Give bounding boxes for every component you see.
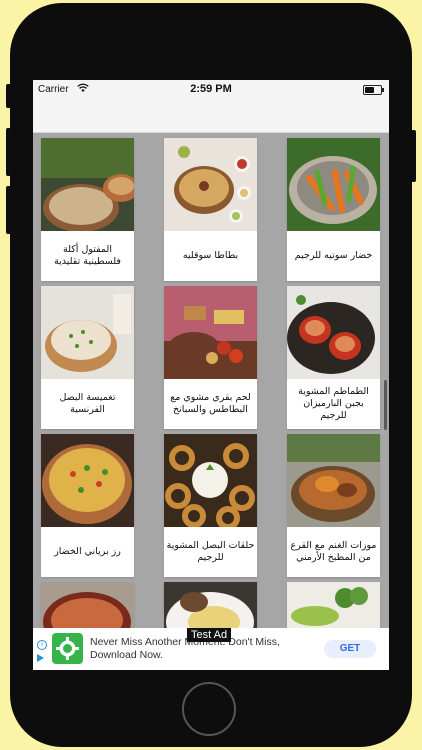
recipe-title[interactable]: بطاطا سوقليه [166,234,255,278]
ad-get-button[interactable]: GET [324,640,376,658]
recipe-grid[interactable]: خضار سوتيه للرجيم بطاطا سوقليه المفتول أكل… [33,133,389,628]
recipe-card[interactable]: بطاطا سوقليه [164,138,257,281]
banner-ad[interactable]: i Never Miss Another Moment. Don't Miss,… [33,628,389,670]
recipe-card[interactable] [164,582,257,628]
recipe-photo[interactable] [41,138,134,231]
recipe-title[interactable]: رز برياني الخضار [43,530,132,574]
recipe-card[interactable]: حلقات البصل المشوية للرجيم [164,434,257,577]
recipe-photo[interactable] [164,434,257,527]
status-bar: Carrier 2:59 PM [33,80,389,100]
ad-info-icon[interactable]: i [37,640,47,650]
recipe-photo[interactable] [287,286,380,379]
recipe-photo[interactable] [41,434,134,527]
recipe-card[interactable] [287,582,380,628]
ad-choices-icon[interactable] [37,654,44,662]
recipe-card[interactable]: لحم بقري مشوي مع البطاطس والسبانخ [164,286,257,429]
recipe-card[interactable]: رز برياني الخضار [41,434,134,577]
recipe-title[interactable]: حلقات البصل المشوية للرجيم [166,530,255,574]
battery-icon [363,85,384,95]
recipe-card[interactable]: تغميسة البصل الفرنسية [41,286,134,429]
ad-test-label: Test Ad [187,628,232,642]
recipe-title[interactable]: الطماطم المشوية بجبن البارميزان للرجيم [289,382,378,426]
recipe-photo[interactable] [287,434,380,527]
recipe-photo[interactable] [164,582,257,628]
recipe-photo[interactable] [41,286,134,379]
ad-app-icon[interactable] [52,633,83,664]
recipe-title[interactable]: لحم بقري مشوي مع البطاطس والسبانخ [166,382,255,426]
recipe-photo[interactable] [287,138,380,231]
recipe-card[interactable]: خضار سوتيه للرجيم [287,138,380,281]
recipe-photo[interactable] [41,582,134,628]
scroll-indicator [384,380,387,430]
navigation-bar [33,100,389,133]
clock: 2:59 PM [190,83,232,95]
home-button[interactable] [182,682,236,736]
recipe-photo[interactable] [164,286,257,379]
recipe-title[interactable]: خضار سوتيه للرجيم [289,234,378,278]
recipe-card[interactable]: المفتول أكلة فلسطينية تقليدية [41,138,134,281]
recipe-photo[interactable] [164,138,257,231]
recipe-card[interactable] [41,582,134,628]
app-screen: Carrier 2:59 PM خضار سوتيه للرجيم بطاطا س… [33,80,389,670]
recipe-photo[interactable] [287,582,380,628]
recipe-card[interactable]: موزات الغنم مع القرع من المطبخ الأرمني [287,434,380,577]
recipe-title[interactable]: موزات الغنم مع القرع من المطبخ الأرمني [289,530,378,574]
recipe-card[interactable]: الطماطم المشوية بجبن البارميزان للرجيم [287,286,380,429]
recipe-title[interactable]: تغميسة البصل الفرنسية [43,382,132,426]
recipe-title[interactable]: المفتول أكلة فلسطينية تقليدية [43,234,132,278]
